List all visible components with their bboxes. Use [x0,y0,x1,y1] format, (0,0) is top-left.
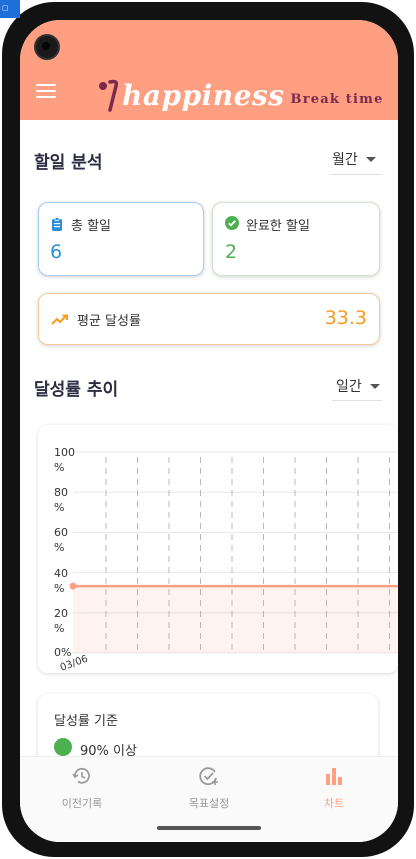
average-rate-card: 평균 달성률 33.3 [38,293,380,345]
y-tick-label: 80% [54,486,68,515]
analysis-dropdown-underline [330,174,382,175]
logo-mark-icon [98,78,120,114]
trend-dropdown-underline [332,400,382,401]
goal-check-icon [159,765,259,791]
phone-frame: happiness Break time 할일 분석 월간 총 할일 6 완료한… [2,2,414,857]
analysis-period-dropdown[interactable]: 월간 [332,149,376,169]
criteria-color-dot [54,738,72,756]
y-tick-label: 100% [54,446,75,474]
check-circle-icon [225,215,239,234]
y-tick-label: 20% [54,606,68,635]
trend-chart-card: 03/0603/06 100% 80% 60% 40% 20% 0% [38,425,398,673]
analysis-title: 할일 분석 [34,153,103,173]
clipboard-icon [51,216,63,235]
chevron-down-icon [365,156,376,162]
chevron-down-icon [369,383,380,389]
nav-history-label: 이전기록 [61,797,103,810]
y-tick-label: 60% [54,526,68,555]
area-fill [73,586,398,653]
analysis-period-value: 월간 [332,152,358,168]
os-indicator: ▢ [0,0,20,18]
nav-history[interactable]: 이전기록 [32,765,132,811]
trend-title: 달성률 추이 [34,380,119,400]
nav-chart[interactable]: 차트 [284,765,384,811]
home-indicator[interactable] [157,826,261,830]
app-screen: happiness Break time 할일 분석 월간 총 할일 6 완료한… [20,20,398,842]
x-tick-label-clipped: 03/06 [396,665,398,673]
app-title: happiness [122,79,285,112]
total-todos-card: 총 할일 6 [38,202,204,276]
history-icon [32,765,132,791]
trend-period-dropdown[interactable]: 일간 [336,376,380,396]
total-todos-label: 총 할일 [71,219,112,234]
menu-icon [36,84,56,86]
bar-chart-icon [284,765,384,791]
app-subtitle: Break time [290,92,384,107]
trend-chart: 03/0603/06 [59,451,398,673]
average-rate-value: 33.3 [324,307,367,329]
y-tick-label: 40% [54,566,68,595]
criteria-title: 달성률 기준 [54,714,118,729]
completed-todos-label: 완료한 할일 [246,219,310,234]
average-rate-label: 평균 달성률 [77,314,141,329]
total-todos-value: 6 [50,241,63,263]
camera-cutout [34,34,60,60]
nav-goal-label: 목표설정 [188,797,230,810]
completed-todos-card: 완료한 할일 2 [212,202,380,276]
app-bar: happiness Break time [20,20,398,120]
completed-todos-value: 2 [225,241,238,263]
trending-up-icon [51,311,69,330]
menu-button[interactable] [36,84,56,100]
y-tick-label: 0% [54,646,72,659]
nav-chart-label: 차트 [323,797,345,810]
app-logo: happiness Break time [98,74,384,114]
nav-goal[interactable]: 목표설정 [159,765,259,811]
trend-period-value: 일간 [336,379,362,395]
